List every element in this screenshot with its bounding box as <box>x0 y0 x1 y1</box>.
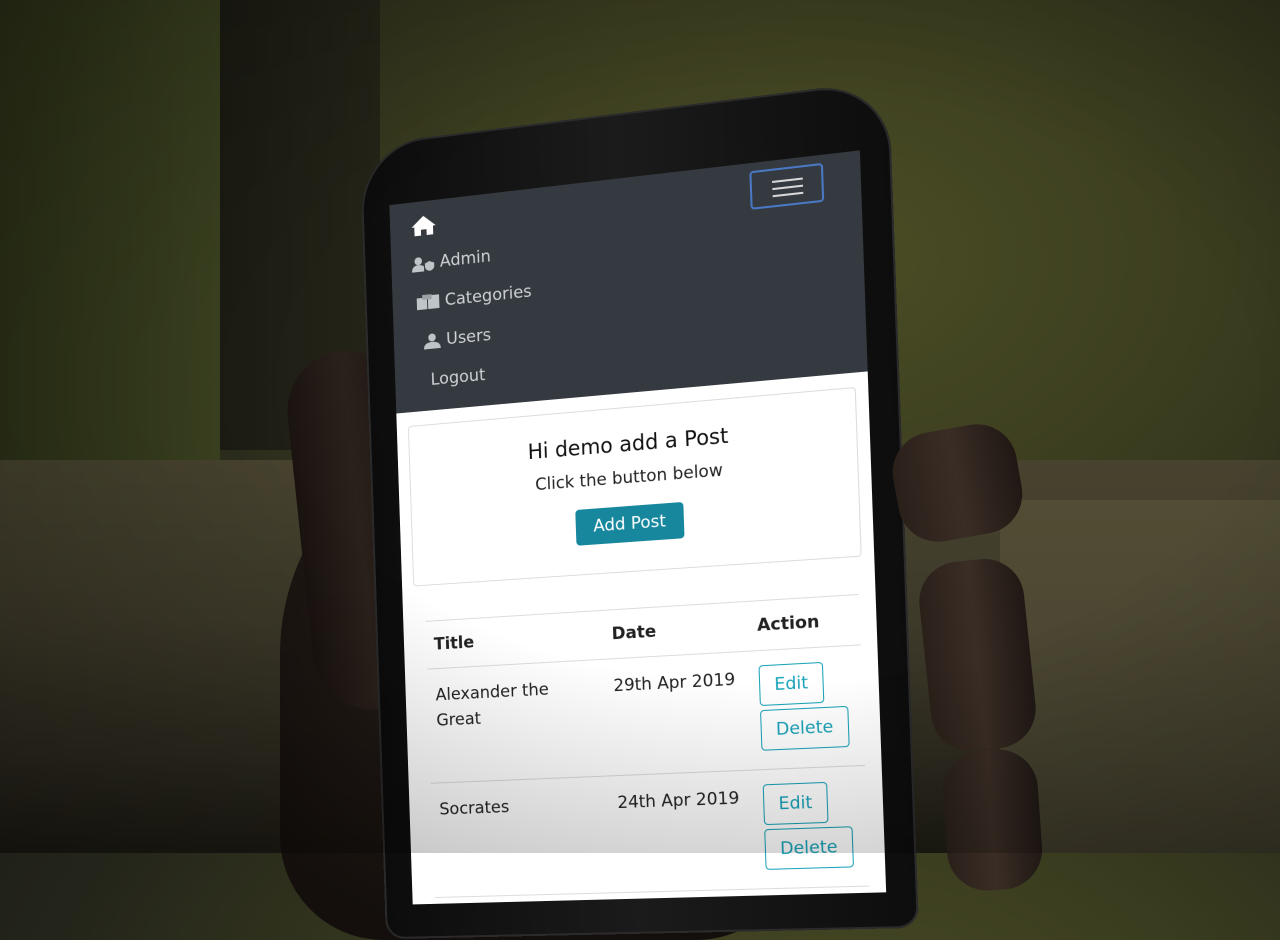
posts-table: Title Date Action Alexander the Great 29… <box>425 594 870 898</box>
phone-screen: Admin Categories Users Logout Hi demo ad… <box>389 150 887 905</box>
menu-bar <box>772 177 803 184</box>
background-floor-right <box>1000 500 1280 853</box>
cell-title: Alexander the Great <box>427 659 609 784</box>
nav-item-label: Admin <box>439 246 492 272</box>
nav-item-label: Categories <box>444 281 533 311</box>
column-header-action: Action <box>748 594 861 652</box>
edit-button[interactable]: Edit <box>762 781 829 826</box>
table-row: Alexander the Great 29th Apr 2019 Edit D… <box>427 644 865 784</box>
cell-title: Socrates <box>431 775 613 898</box>
cell-date: 29th Apr 2019 <box>604 651 754 776</box>
menu-bar <box>772 191 804 198</box>
home-icon[interactable] <box>410 213 437 237</box>
delete-button[interactable]: Delete <box>760 705 850 751</box>
navbar-toggler-button[interactable] <box>749 162 825 210</box>
phone: Admin Categories Users Logout Hi demo ad… <box>359 79 919 940</box>
user-shield-icon <box>411 257 435 273</box>
user-icon <box>423 333 441 350</box>
delete-button[interactable]: Delete <box>764 826 854 870</box>
hand-finger <box>915 555 1040 755</box>
cell-date: 24th Apr 2019 <box>608 769 759 893</box>
table-row: Socrates 24th Apr 2019 Edit Delete <box>431 765 870 898</box>
column-header-date: Date <box>603 601 750 660</box>
edit-button[interactable]: Edit <box>758 661 825 707</box>
cell-action: Edit Delete <box>753 765 870 889</box>
background-wall <box>0 0 220 470</box>
boxes-icon <box>416 294 440 311</box>
menu-bar <box>772 184 804 191</box>
nav-item-label: Users <box>445 325 492 350</box>
hand-finger <box>940 746 1045 894</box>
cell-action: Edit Delete <box>749 644 865 770</box>
nav-item-label: Logout <box>430 365 486 390</box>
add-post-button[interactable]: Add Post <box>575 501 685 546</box>
add-post-card: Hi demo add a Post Click the button belo… <box>407 386 862 587</box>
